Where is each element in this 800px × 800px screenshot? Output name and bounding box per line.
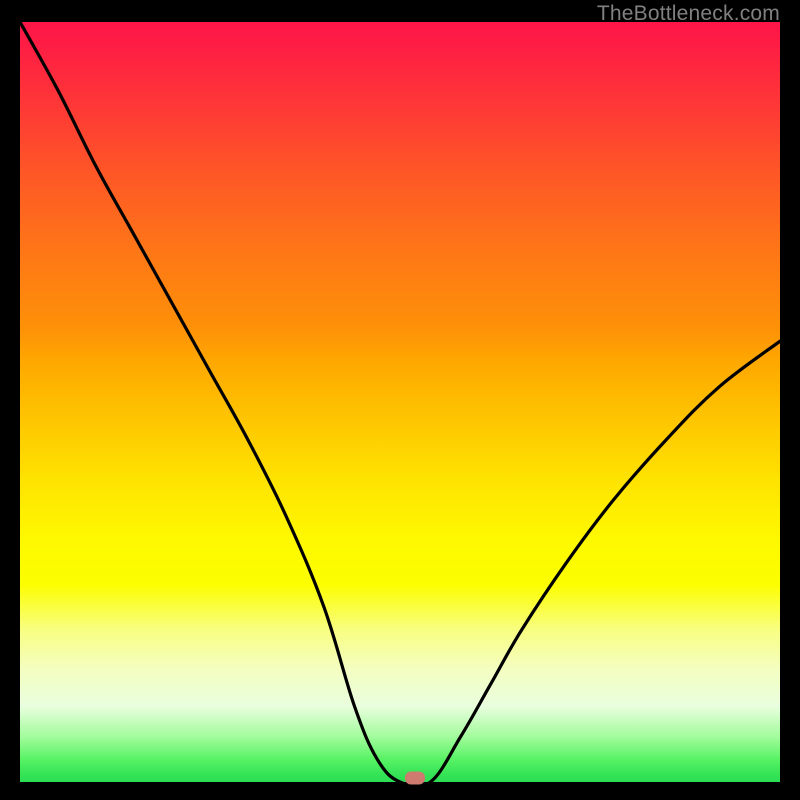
- minimum-marker: [405, 772, 425, 785]
- plot-area: [20, 22, 780, 782]
- chart-container: TheBottleneck.com: [0, 0, 800, 800]
- curve-svg: [20, 22, 780, 782]
- bottleneck-curve-path: [20, 22, 780, 782]
